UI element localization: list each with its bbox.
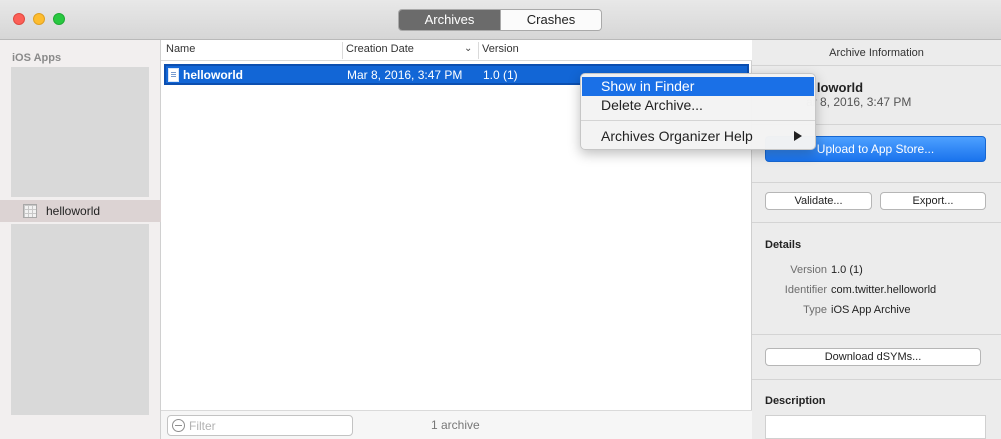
divider — [752, 334, 1001, 335]
sort-chevron-icon[interactable]: ⌄ — [464, 43, 472, 54]
archive-document-icon — [168, 68, 179, 82]
sidebar-section-header: iOS Apps — [12, 52, 62, 64]
panel-title: Archive Information — [752, 40, 1001, 66]
app-placeholder — [11, 224, 149, 415]
divider — [752, 182, 1001, 183]
archive-creation-date: Mar 8, 2016, 3:47 PM — [347, 68, 463, 82]
menu-item-label: Archives Organizer Help — [601, 128, 753, 144]
tab-crashes[interactable]: Crashes — [500, 10, 601, 30]
app-placeholder — [11, 67, 149, 197]
filter-field[interactable]: Filter — [167, 415, 353, 436]
menu-separator — [581, 120, 815, 121]
organizer-tab-control: Archives Crashes — [398, 9, 602, 31]
detail-value-type: iOS App Archive — [831, 304, 911, 316]
details-section-title: Details — [765, 239, 802, 251]
filter-placeholder: Filter — [189, 419, 216, 433]
detail-key-identifier: Identifier — [784, 284, 827, 296]
archive-version: 1.0 (1) — [483, 68, 518, 82]
archive-count: 1 archive — [431, 418, 480, 432]
column-divider — [478, 42, 479, 59]
minimize-window-button[interactable] — [33, 13, 45, 25]
menu-item-label: Show in Finder — [601, 78, 695, 94]
app-icon — [23, 204, 37, 218]
description-field[interactable] — [765, 415, 986, 439]
sidebar-item-label: helloworld — [46, 204, 101, 218]
title-bar: Archives Crashes — [0, 0, 1001, 40]
menu-item-show-in-finder[interactable]: Show in Finder — [582, 77, 814, 96]
menu-item-label: Delete Archive... — [601, 97, 703, 113]
archive-info-date: ar 8, 2016, 3:47 PM — [806, 95, 912, 109]
detail-key-version: Version — [790, 264, 827, 276]
column-header-version[interactable]: Version — [482, 43, 519, 55]
detail-value-version: 1.0 (1) — [831, 264, 863, 276]
menu-item-archives-organizer-help[interactable]: Archives Organizer Help — [582, 127, 814, 146]
divider — [752, 379, 1001, 380]
validate-button[interactable]: Validate... — [765, 192, 872, 210]
column-header-creation-date[interactable]: Creation Date — [346, 43, 414, 55]
menu-item-delete-archive[interactable]: Delete Archive... — [582, 96, 814, 115]
download-dsyms-button[interactable]: Download dSYMs... — [765, 348, 981, 366]
column-header-bar: Name Creation Date ⌄ Version — [161, 40, 752, 61]
sidebar: iOS Apps helloworld — [0, 40, 161, 439]
tab-archives[interactable]: Archives — [399, 10, 500, 30]
detail-value-identifier: com.twitter.helloworld — [831, 284, 937, 296]
detail-key-type: Type — [803, 304, 827, 316]
archive-name: helloworld — [183, 68, 243, 82]
column-header-name[interactable]: Name — [166, 43, 195, 55]
description-section-title: Description — [765, 395, 826, 407]
close-window-button[interactable] — [13, 13, 25, 25]
sidebar-item-helloworld[interactable]: helloworld — [0, 200, 161, 222]
divider — [752, 222, 1001, 223]
filter-icon — [172, 419, 185, 432]
submenu-arrow-icon — [794, 131, 802, 141]
zoom-window-button[interactable] — [53, 13, 65, 25]
list-footer: Filter 1 archive — [161, 410, 752, 439]
export-button[interactable]: Export... — [880, 192, 986, 210]
context-menu: Show in Finder Delete Archive... Archive… — [580, 73, 816, 150]
column-divider — [342, 42, 343, 59]
